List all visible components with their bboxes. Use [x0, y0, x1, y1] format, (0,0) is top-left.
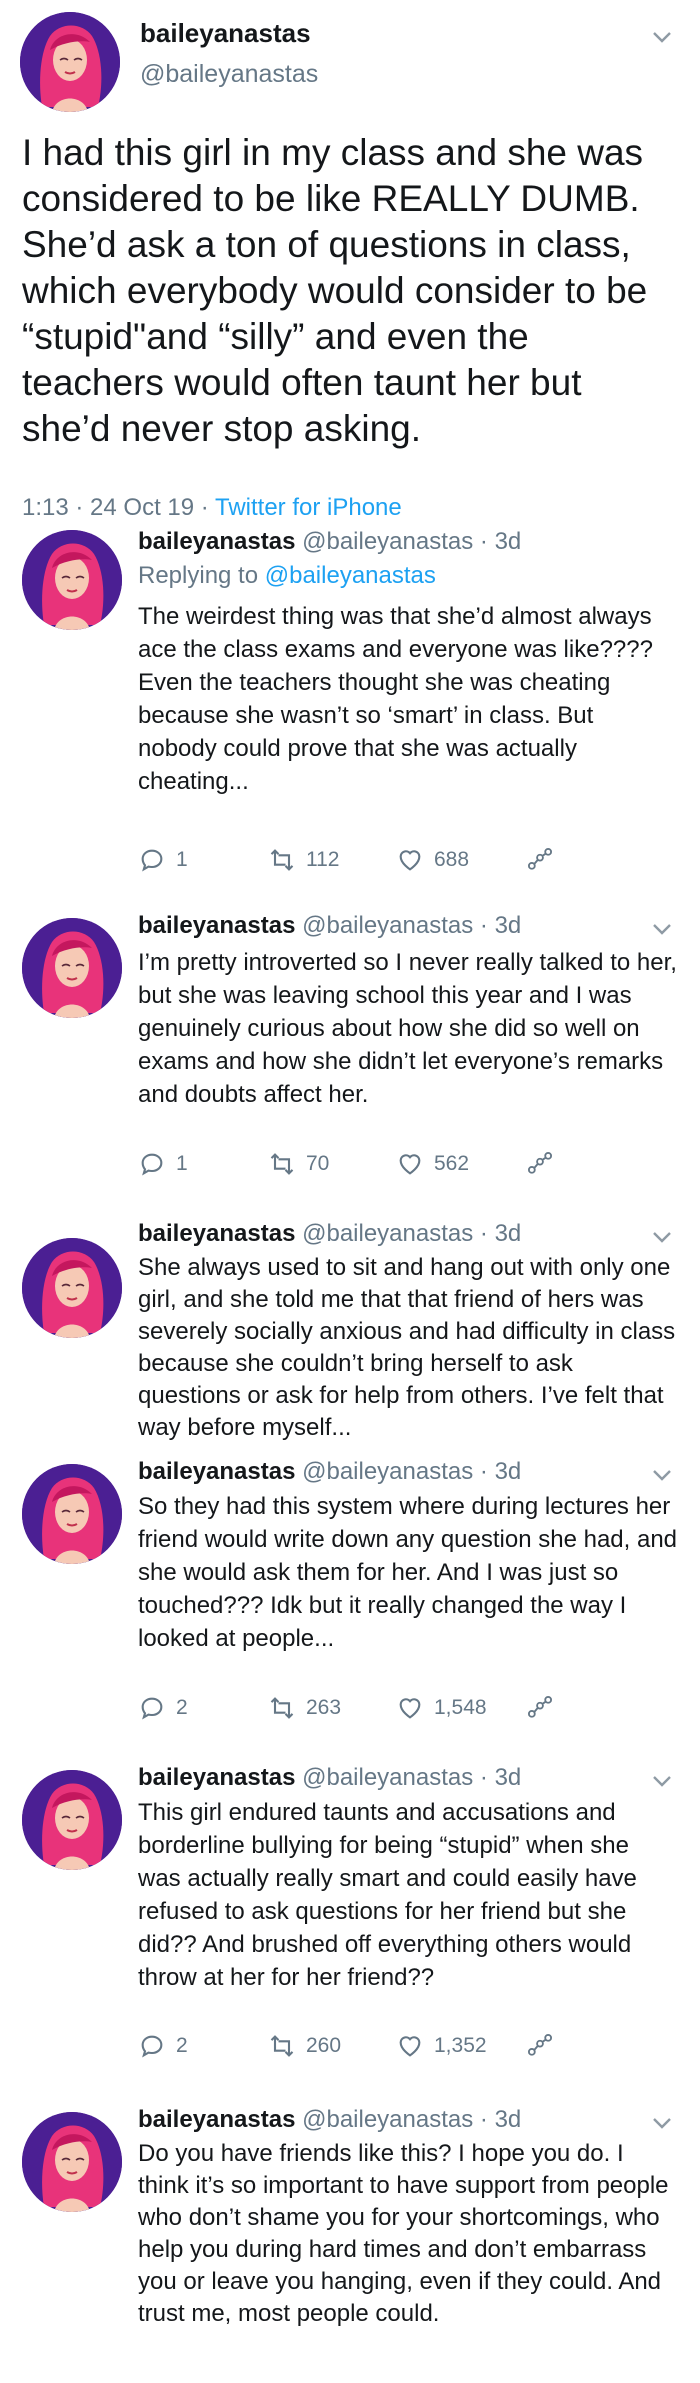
- tweet-timestamp: 1:13 · 24 Oct 19 · Twitter for iPhone: [22, 494, 402, 522]
- retweet-icon: [270, 849, 294, 871]
- chevron-down-icon[interactable]: [652, 1770, 672, 1792]
- retweet-count: 112: [306, 848, 340, 871]
- chevron-down-icon[interactable]: [652, 918, 672, 940]
- retweet-button[interactable]: 260: [268, 2032, 341, 2060]
- retweet-count: 70: [306, 1152, 330, 1175]
- author-display-name[interactable]: baileyanastas: [140, 18, 311, 49]
- avatar[interactable]: [22, 1238, 122, 1338]
- reply-tweet[interactable]: baileyanastas @baileyanastas · 3d So the…: [0, 1458, 700, 1748]
- author-display-name[interactable]: baileyanastas: [138, 2106, 295, 2133]
- like-button[interactable]: 562: [396, 1150, 469, 1178]
- retweet-icon: [270, 1153, 294, 1175]
- reply-tweet[interactable]: baileyanastas @baileyanastas · 3d Do you…: [0, 2106, 700, 2383]
- retweet-icon: [270, 1697, 294, 1719]
- reply-text: This girl endured taunts and accusations…: [138, 1799, 637, 1991]
- share-button[interactable]: [526, 846, 554, 874]
- replying-to-label: Replying to: [138, 562, 265, 589]
- reply-header: baileyanastas @baileyanastas · 3d: [138, 912, 521, 940]
- reply-button[interactable]: 2: [138, 1694, 188, 1722]
- author-handle-and-age: @baileyanastas · 3d: [302, 912, 522, 939]
- like-count: 1,352: [434, 2034, 487, 2057]
- share-button[interactable]: [526, 1150, 554, 1178]
- tweet-time: 1:13 · 24 Oct 19 ·: [22, 494, 215, 521]
- avatar[interactable]: [22, 918, 122, 1018]
- author-display-name[interactable]: baileyanastas: [138, 528, 295, 555]
- heart-icon: [399, 850, 421, 871]
- chevron-down-icon[interactable]: [652, 2112, 672, 2134]
- reply-tweet[interactable]: baileyanastas @baileyanastas · 3d This g…: [0, 1764, 700, 2084]
- author-handle[interactable]: @baileyanastas: [140, 60, 318, 89]
- author-handle-and-age: @baileyanastas · 3d: [302, 1764, 522, 1791]
- avatar[interactable]: [22, 530, 122, 630]
- chevron-down-icon[interactable]: [652, 1464, 672, 1486]
- retweet-button[interactable]: 112: [268, 846, 339, 874]
- reply-count: 2: [176, 1696, 188, 1719]
- reply-text: She always used to sit and hang out with…: [138, 1254, 676, 1441]
- like-button[interactable]: 1,352: [396, 2032, 487, 2060]
- reply-tweet[interactable]: baileyanastas @baileyanastas · 3d She al…: [0, 1220, 700, 1456]
- reply-text: I’m pretty introverted so I never really…: [138, 949, 677, 1108]
- reply-text: Do you have friends like this? I hope yo…: [138, 2140, 669, 2327]
- like-count: 688: [434, 848, 470, 871]
- share-icon: [527, 847, 553, 870]
- author-display-name[interactable]: baileyanastas: [138, 912, 295, 939]
- reply-count: 1: [176, 848, 188, 871]
- heart-icon: [399, 1154, 421, 1175]
- avatar[interactable]: [22, 1770, 122, 1870]
- reply-count: 1: [176, 1152, 188, 1175]
- reply-count: 2: [176, 2034, 188, 2057]
- retweet-icon: [270, 2035, 294, 2057]
- reply-header: baileyanastas @baileyanastas · 3d: [138, 528, 521, 556]
- share-icon: [527, 1151, 553, 1174]
- like-button[interactable]: 1,548: [396, 1694, 487, 1722]
- replying-to-mention[interactable]: @baileyanastas: [265, 562, 436, 589]
- reply-header: baileyanastas @baileyanastas · 3d: [138, 1458, 521, 1486]
- avatar[interactable]: [20, 12, 120, 112]
- reply-button[interactable]: 2: [138, 2032, 188, 2060]
- author-handle-and-age: @baileyanastas · 3d: [302, 528, 522, 555]
- avatar[interactable]: [22, 1464, 122, 1564]
- reply-text: The weirdest thing was that she’d almost…: [138, 603, 653, 795]
- author-handle-and-age: @baileyanastas · 3d: [302, 1220, 522, 1247]
- like-count: 1,548: [434, 1696, 487, 1719]
- reply-header: baileyanastas @baileyanastas · 3d: [138, 2106, 521, 2134]
- reply-tweet[interactable]: baileyanastas @baileyanastas · 3d I’m pr…: [0, 912, 700, 1212]
- reply-icon: [141, 1153, 163, 1176]
- heart-icon: [399, 1698, 421, 1719]
- retweet-count: 260: [306, 2034, 342, 2057]
- reply-button[interactable]: 1: [138, 1150, 188, 1178]
- reply-icon: [141, 849, 163, 872]
- heart-icon: [399, 2036, 421, 2057]
- author-display-name[interactable]: baileyanastas: [138, 1764, 295, 1791]
- like-button[interactable]: 688: [396, 846, 469, 874]
- reply-text: So they had this system where during lec…: [138, 1493, 678, 1652]
- reply-icon: [141, 2035, 163, 2058]
- reply-header: baileyanastas @baileyanastas · 3d: [138, 1764, 521, 1792]
- like-count: 562: [434, 1152, 470, 1175]
- tweet-text: I had this girl in my class and she was …: [22, 132, 648, 449]
- chevron-down-icon[interactable]: [652, 26, 672, 48]
- share-button[interactable]: [526, 2032, 554, 2060]
- replying-to-line: Replying to @baileyanastas: [138, 562, 436, 590]
- retweet-button[interactable]: 263: [268, 1694, 341, 1722]
- author-handle-and-age: @baileyanastas · 3d: [302, 1458, 522, 1485]
- tweet-source-link[interactable]: Twitter for iPhone: [215, 494, 402, 521]
- author-handle-and-age: @baileyanastas · 3d: [302, 2106, 522, 2133]
- chevron-down-icon[interactable]: [652, 1226, 672, 1248]
- share-icon: [527, 2033, 553, 2056]
- author-display-name[interactable]: baileyanastas: [138, 1220, 295, 1247]
- avatar[interactable]: [22, 2112, 122, 2212]
- share-button[interactable]: [526, 1694, 554, 1722]
- retweet-button[interactable]: 70: [268, 1150, 329, 1178]
- retweet-count: 263: [306, 1696, 342, 1719]
- reply-button[interactable]: 1: [138, 846, 188, 874]
- reply-icon: [141, 1697, 163, 1720]
- reply-tweet[interactable]: baileyanastas @baileyanastas · 3d Replyi…: [0, 528, 700, 908]
- share-icon: [527, 1695, 553, 1718]
- reply-header: baileyanastas @baileyanastas · 3d: [138, 1220, 521, 1248]
- author-display-name[interactable]: baileyanastas: [138, 1458, 295, 1485]
